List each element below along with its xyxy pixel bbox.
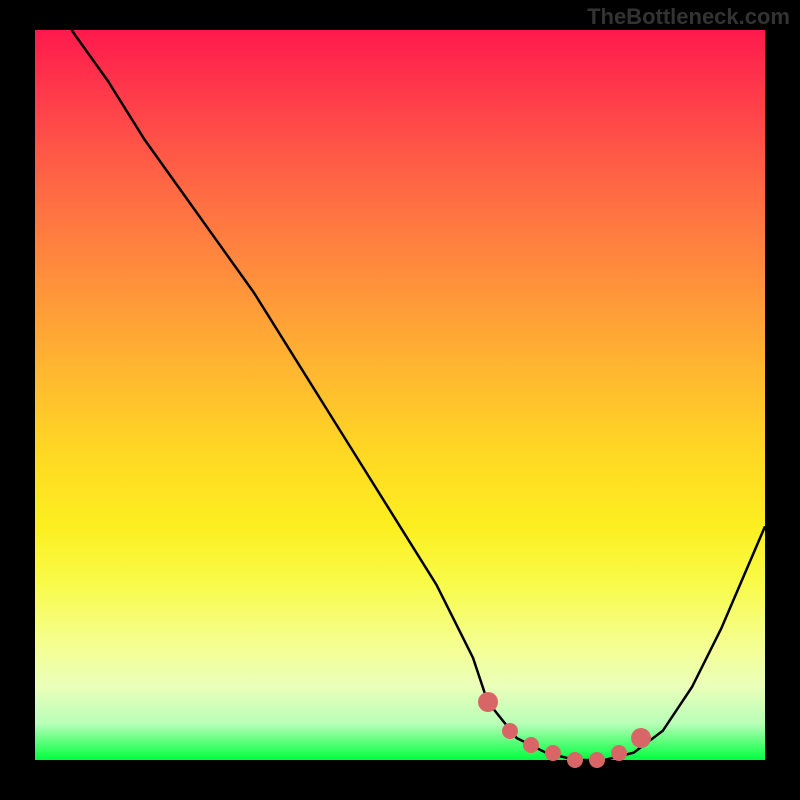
curve-marker: [478, 692, 498, 712]
bottleneck-curve: [35, 30, 765, 760]
curve-marker: [567, 752, 583, 768]
curve-marker: [502, 723, 518, 739]
curve-marker: [589, 752, 605, 768]
curve-marker: [545, 745, 561, 761]
curve-marker: [523, 737, 539, 753]
chart-plot-area: [35, 30, 765, 760]
curve-marker: [611, 745, 627, 761]
curve-marker: [631, 728, 651, 748]
watermark-text: TheBottleneck.com: [587, 4, 790, 30]
